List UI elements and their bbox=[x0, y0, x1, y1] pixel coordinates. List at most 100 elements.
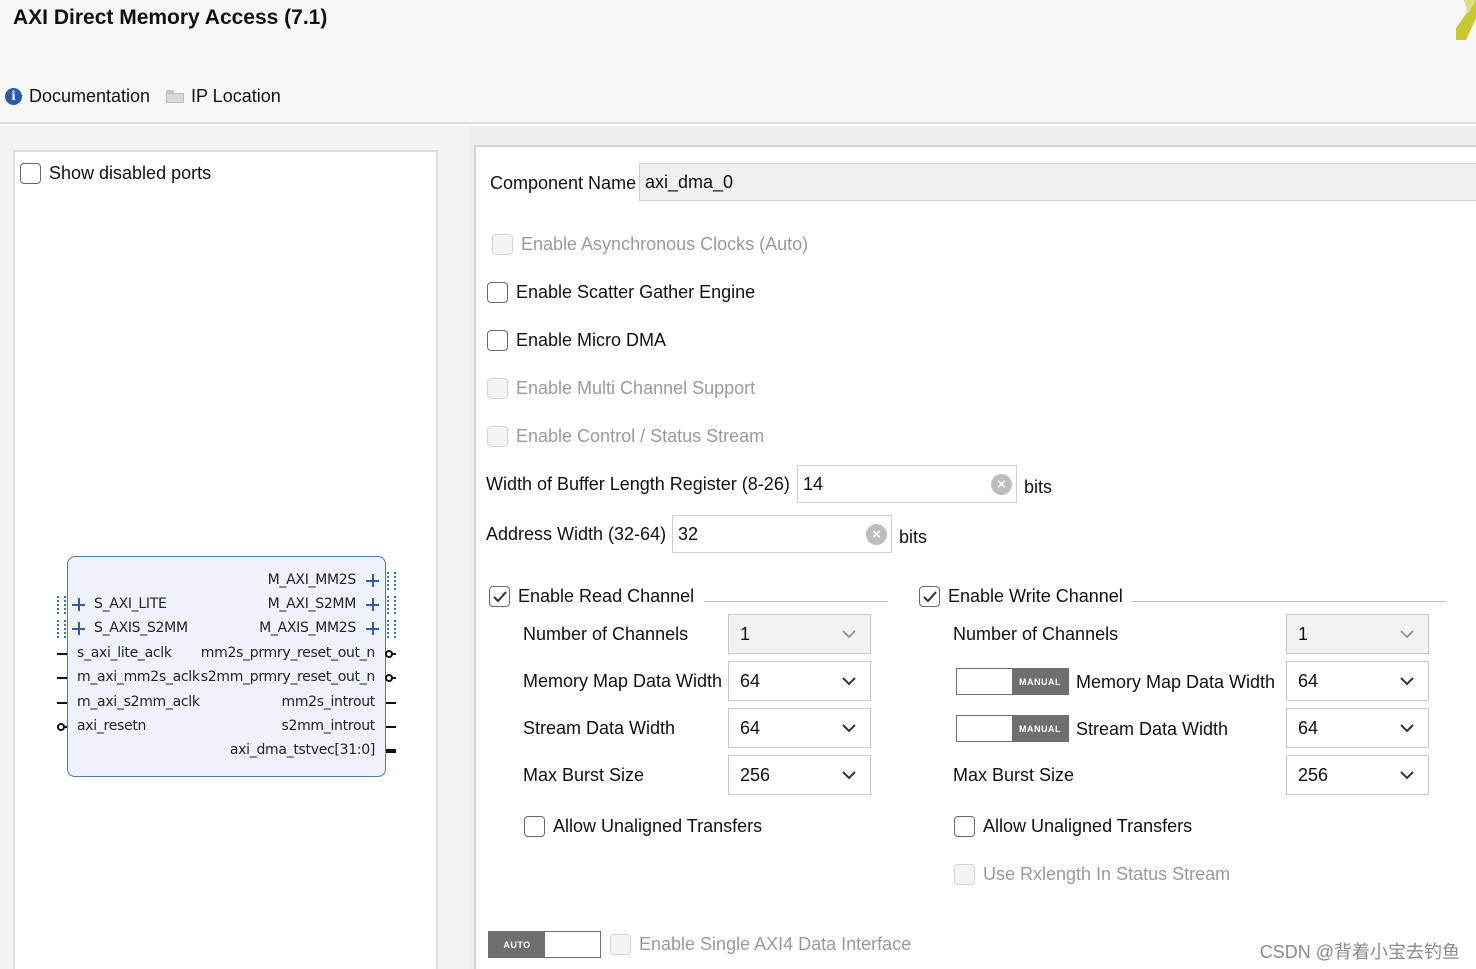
expand-plus-icon[interactable] bbox=[366, 598, 379, 611]
write-burst-select[interactable]: 256 bbox=[1286, 755, 1429, 795]
port-label: axi_dma_tstvec[31:0] bbox=[229, 742, 375, 758]
write-mm-width-select[interactable]: 64 bbox=[1286, 661, 1429, 701]
chevron-down-icon bbox=[842, 677, 856, 686]
read-burst-select[interactable]: 256 bbox=[728, 755, 871, 795]
scatter-gather-checkbox[interactable] bbox=[487, 282, 508, 303]
multi-channel-option: Enable Multi Channel Support bbox=[487, 378, 755, 399]
component-name-field[interactable]: axi_dma_0 bbox=[639, 163, 1476, 201]
port-label: axi_resetn bbox=[77, 718, 147, 734]
read-stream-width-value: 64 bbox=[740, 717, 761, 738]
read-stream-width-select[interactable]: 64 bbox=[728, 708, 871, 748]
active-low-pin-icon bbox=[385, 650, 393, 658]
documentation-link[interactable]: i Documentation bbox=[5, 85, 150, 107]
read-num-channels-select: 1 bbox=[728, 614, 871, 654]
micro-dma-option[interactable]: Enable Micro DMA bbox=[487, 330, 666, 351]
buffer-length-field[interactable]: 14 × bbox=[797, 465, 1017, 503]
expand-plus-icon[interactable] bbox=[72, 598, 85, 611]
multi-channel-label: Enable Multi Channel Support bbox=[516, 378, 756, 398]
ip-location-label: IP Location bbox=[191, 85, 281, 106]
read-mm-width-select[interactable]: 64 bbox=[728, 661, 871, 701]
micro-dma-checkbox[interactable] bbox=[487, 330, 508, 351]
single-axi4-checkbox bbox=[610, 934, 631, 955]
control-status-label: Enable Control / Status Stream bbox=[516, 426, 765, 446]
mm-width-manual-toggle[interactable]: MANUAL bbox=[956, 668, 1069, 695]
pin-line bbox=[57, 677, 67, 679]
component-name-value: axi_dma_0 bbox=[645, 171, 734, 192]
show-disabled-ports-checkbox[interactable] bbox=[20, 163, 41, 184]
rxlength-checkbox bbox=[954, 864, 975, 885]
port-label: M_AXIS_MM2S bbox=[259, 620, 356, 636]
read-channel-option[interactable]: Enable Read Channel bbox=[489, 586, 694, 607]
folder-icon bbox=[166, 89, 184, 103]
write-burst-value: 256 bbox=[1298, 764, 1329, 785]
bus-pin-line bbox=[386, 749, 396, 753]
scatter-gather-label: Enable Scatter Gather Engine bbox=[516, 282, 756, 302]
bus-connector-icon bbox=[387, 620, 396, 638]
chevron-down-icon bbox=[1400, 724, 1414, 733]
clear-icon[interactable]: × bbox=[991, 474, 1012, 495]
chevron-down-icon bbox=[1400, 771, 1414, 780]
address-width-value: 32 bbox=[678, 523, 699, 544]
watermark-text: CSDN @背着小宝去钓鱼 bbox=[1259, 942, 1460, 962]
group-divider bbox=[1132, 601, 1446, 602]
write-stream-width-select[interactable]: 64 bbox=[1286, 708, 1429, 748]
write-mm-width-value: 64 bbox=[1298, 670, 1319, 691]
pin-line bbox=[57, 702, 67, 704]
bus-connector-icon bbox=[387, 596, 396, 614]
single-axi4-label: Enable Single AXI4 Data Interface bbox=[639, 934, 912, 954]
expand-plus-icon[interactable] bbox=[72, 622, 85, 635]
bus-connector-icon bbox=[387, 572, 396, 590]
read-unaligned-checkbox[interactable] bbox=[524, 816, 545, 837]
port-label: M_AXI_S2MM bbox=[267, 596, 357, 612]
manual-badge: MANUAL bbox=[1012, 716, 1068, 741]
write-unaligned-label: Allow Unaligned Transfers bbox=[983, 816, 1193, 836]
pin-line bbox=[386, 702, 396, 704]
control-status-option: Enable Control / Status Stream bbox=[487, 426, 764, 447]
port-label: s_axi_lite_aclk bbox=[77, 645, 172, 661]
port-label: S_AXI_LITE bbox=[94, 596, 167, 612]
read-mm-width-label: Memory Map Data Width bbox=[523, 671, 723, 691]
chevron-down-icon bbox=[842, 724, 856, 733]
active-low-pin-icon bbox=[57, 723, 65, 731]
info-icon: i bbox=[5, 87, 22, 105]
expand-plus-icon[interactable] bbox=[366, 574, 379, 587]
single-axi4-auto-toggle[interactable]: AUTO bbox=[488, 931, 601, 958]
pin-line bbox=[57, 653, 67, 655]
scatter-gather-option[interactable]: Enable Scatter Gather Engine bbox=[487, 282, 755, 303]
stream-width-manual-toggle[interactable]: MANUAL bbox=[956, 715, 1069, 742]
write-num-channels-value: 1 bbox=[1298, 623, 1309, 644]
port-label: M_AXI_MM2S bbox=[267, 572, 357, 588]
show-disabled-ports-option[interactable]: Show disabled ports bbox=[20, 163, 211, 184]
port-label: mm2s_introut bbox=[281, 694, 375, 710]
manual-badge: MANUAL bbox=[1012, 669, 1068, 694]
port-label: mm2s_prmry_reset_out_n bbox=[200, 645, 376, 661]
chevron-down-icon bbox=[842, 630, 856, 639]
clear-icon[interactable]: × bbox=[866, 524, 887, 545]
address-width-unit: bits bbox=[899, 527, 928, 547]
port-label: s2mm_introut bbox=[281, 718, 375, 734]
ip-location-link[interactable]: IP Location bbox=[166, 85, 281, 107]
write-unaligned-option[interactable]: Allow Unaligned Transfers bbox=[954, 816, 1192, 837]
read-unaligned-label: Allow Unaligned Transfers bbox=[553, 816, 763, 836]
rxlength-option: Use Rxlength In Status Stream bbox=[954, 864, 1230, 885]
write-unaligned-checkbox[interactable] bbox=[954, 816, 975, 837]
read-mm-width-value: 64 bbox=[740, 670, 761, 691]
port-label: m_axi_s2mm_aclk bbox=[77, 694, 200, 710]
async-clocks-label: Enable Asynchronous Clocks (Auto) bbox=[521, 234, 809, 254]
bus-connector-icon bbox=[57, 596, 66, 614]
configuration-panel bbox=[474, 145, 1476, 969]
read-unaligned-option[interactable]: Allow Unaligned Transfers bbox=[524, 816, 762, 837]
read-channel-checkbox[interactable] bbox=[489, 586, 510, 607]
write-stream-width-label: Stream Data Width bbox=[1076, 719, 1229, 739]
buffer-length-value: 14 bbox=[803, 473, 824, 494]
expand-plus-icon[interactable] bbox=[366, 622, 379, 635]
pin-line bbox=[386, 726, 396, 728]
chevron-down-icon bbox=[842, 771, 856, 780]
address-width-label: Address Width (32-64) bbox=[486, 524, 667, 544]
auto-badge: AUTO bbox=[489, 932, 545, 957]
write-channel-checkbox[interactable] bbox=[919, 586, 940, 607]
multi-channel-checkbox bbox=[487, 378, 508, 399]
write-channel-option[interactable]: Enable Write Channel bbox=[919, 586, 1123, 607]
address-width-field[interactable]: 32 × bbox=[672, 515, 892, 553]
port-label: S_AXIS_S2MM bbox=[94, 620, 188, 636]
